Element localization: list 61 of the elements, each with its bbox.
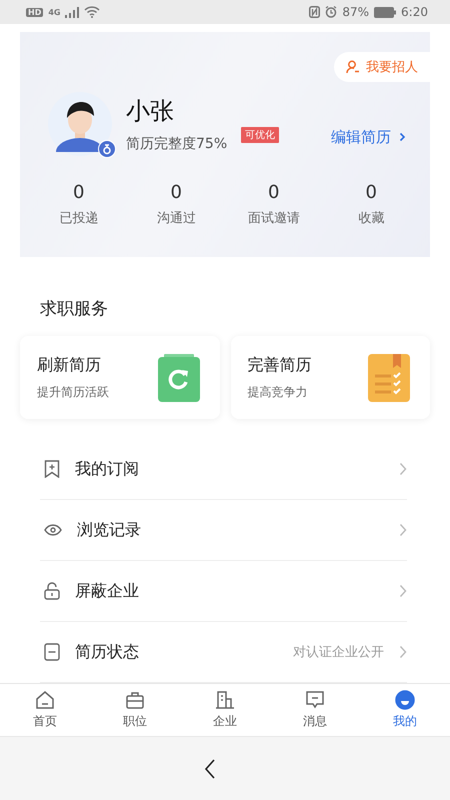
- avatar: [48, 92, 112, 156]
- battery-icon: [374, 6, 396, 18]
- message-icon: [305, 690, 325, 710]
- lock-icon: [44, 582, 60, 600]
- user-name: 小张: [126, 96, 175, 127]
- briefcase-icon: [125, 690, 145, 710]
- stat-label: 已投递: [59, 210, 98, 227]
- person-icon: [346, 60, 360, 74]
- document-icon: [44, 643, 60, 661]
- home-icon: [35, 690, 55, 710]
- battery-percent: 87%: [342, 5, 370, 19]
- back-icon[interactable]: [204, 758, 216, 778]
- chevron-icon: [399, 584, 407, 598]
- card-subtitle: 提高竞争力: [248, 384, 308, 400]
- chevron-icon: [399, 645, 407, 659]
- clock: 6:20: [401, 5, 428, 19]
- menu-item[interactable]: 浏览记录: [40, 500, 407, 561]
- nav-tab[interactable]: 职位: [113, 690, 157, 730]
- signal-icon: [65, 6, 80, 18]
- checklist-book-icon: [368, 354, 410, 402]
- stat-label: 收藏: [358, 210, 384, 227]
- alarm-icon: [325, 6, 338, 18]
- profile-icon: [395, 690, 415, 710]
- stat-value: 0: [366, 182, 377, 203]
- stat-value: 0: [268, 182, 280, 203]
- service-card[interactable]: 刷新简历 提升简历活跃: [20, 336, 220, 419]
- section-title: 求职服务: [39, 298, 109, 320]
- resume-completeness: 简历完整度75%: [126, 135, 228, 153]
- menu-item[interactable]: 我的订阅: [40, 439, 407, 500]
- nav-tab[interactable]: 消息: [293, 690, 337, 730]
- card-subtitle: 提升简历活跃: [37, 384, 109, 400]
- service-card[interactable]: 完善简历 提高竞争力: [230, 336, 430, 419]
- menu-label: 浏览记录: [77, 520, 142, 540]
- eye-icon: [44, 524, 62, 536]
- chevron-icon: [399, 462, 407, 476]
- stat-value: 0: [73, 182, 84, 203]
- network-type-label: 4G: [48, 8, 60, 16]
- card-title: 完善简历: [248, 354, 312, 376]
- optimize-tag: 可优化: [241, 127, 280, 143]
- chevron-icon: [399, 523, 407, 537]
- stat-label: 沟通过: [156, 210, 196, 227]
- gender-icon: [98, 140, 116, 158]
- card-title: 刷新简历: [37, 354, 102, 376]
- bookmark-icon: [44, 460, 60, 478]
- nfc-icon: [309, 6, 320, 18]
- nav-tab[interactable]: 首页: [23, 690, 67, 730]
- stat-value: 0: [170, 182, 182, 203]
- building-icon: [215, 690, 235, 710]
- menu-label: 我的订阅: [75, 458, 140, 480]
- nav-tab[interactable]: 我的: [383, 690, 427, 730]
- network-badge: HD: [26, 8, 44, 16]
- menu-label: 屏蔽企业: [75, 580, 140, 602]
- stat-label: 面试邀请: [248, 210, 300, 227]
- chevron-icon: [399, 132, 406, 142]
- wifi-icon: [84, 6, 100, 18]
- edit-resume-link[interactable]: 编辑简历: [331, 128, 406, 146]
- refresh-icon: [158, 354, 200, 402]
- menu-value: 对认证企业公开: [293, 644, 384, 661]
- menu-label: 简历状态: [75, 642, 140, 662]
- menu-item[interactable]: 屏蔽企业: [40, 561, 407, 622]
- nav-tab[interactable]: 企业: [203, 690, 247, 730]
